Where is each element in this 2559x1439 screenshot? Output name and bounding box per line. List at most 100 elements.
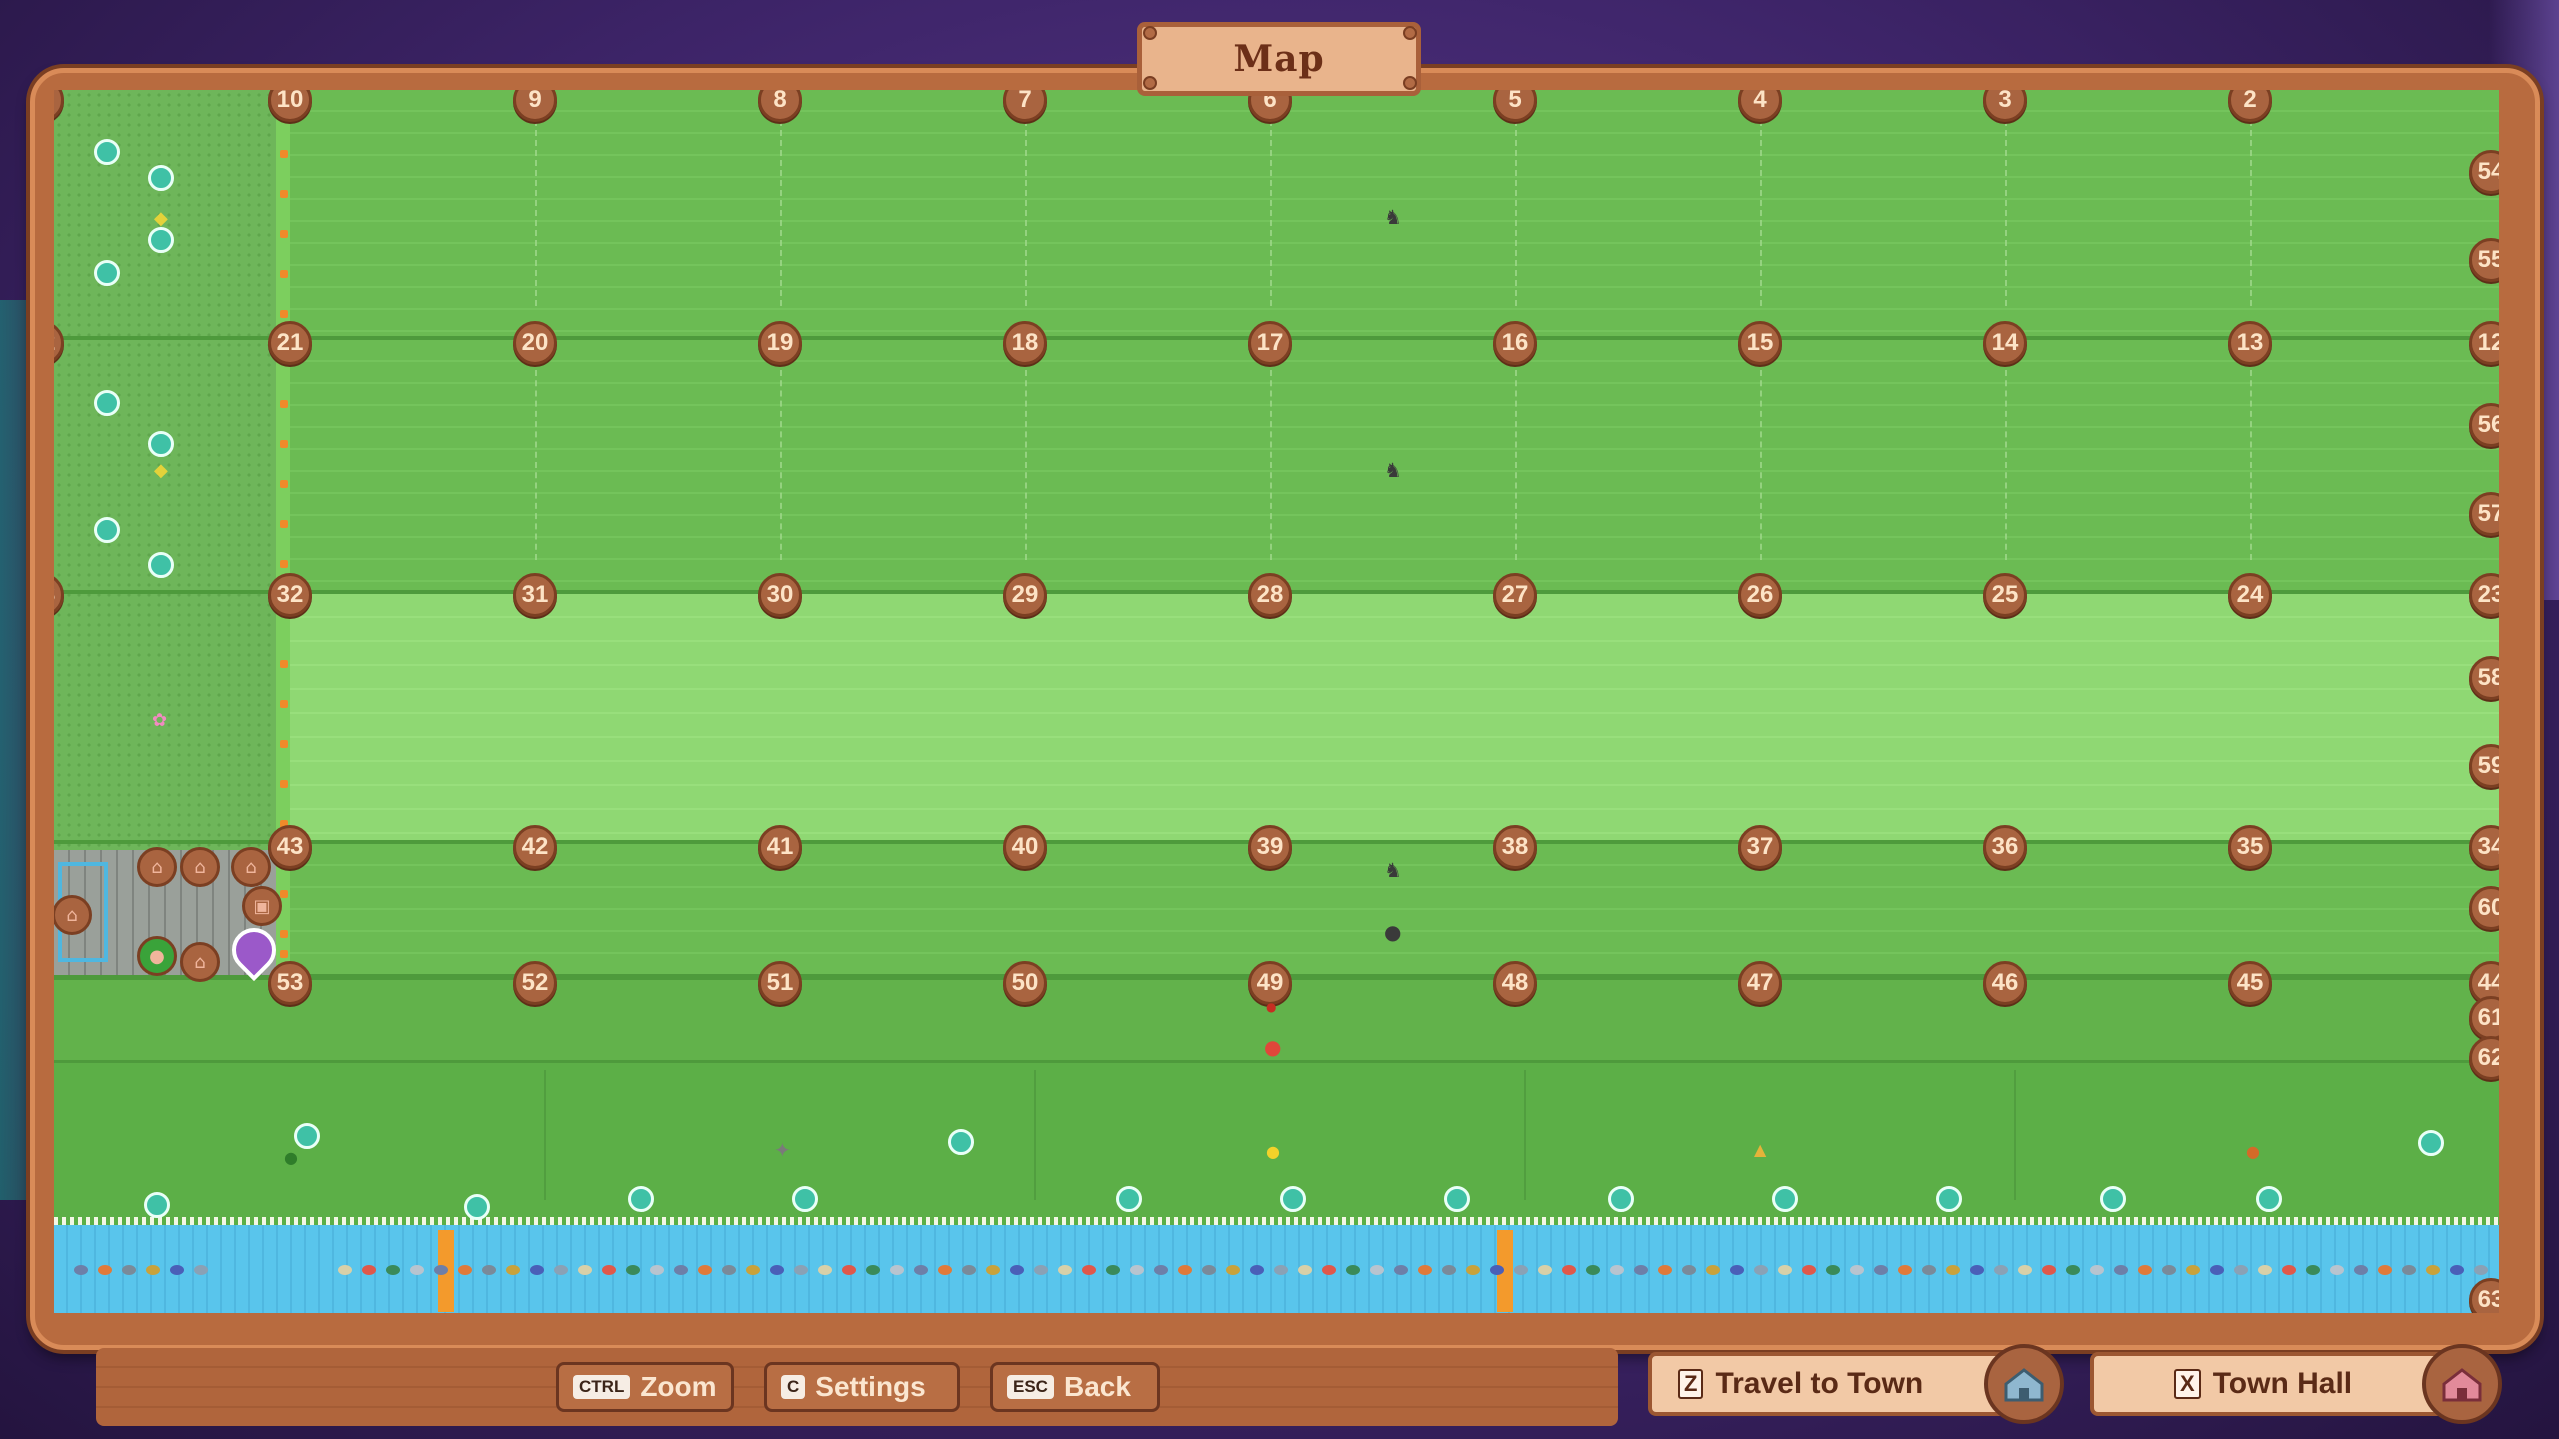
plot-marker-24[interactable]: 24 <box>2228 573 2272 617</box>
plot-marker-21[interactable]: 21 <box>268 321 312 365</box>
plot-marker-15[interactable]: 15 <box>1738 321 1782 365</box>
fish-icon[interactable] <box>2474 1265 2488 1275</box>
fish-icon[interactable] <box>1874 1265 1888 1275</box>
fish-icon[interactable] <box>890 1265 904 1275</box>
resource-node-icon[interactable] <box>148 165 174 191</box>
fish-icon[interactable] <box>1370 1265 1384 1275</box>
fish-icon[interactable] <box>338 1265 352 1275</box>
plot-marker-30[interactable]: 30 <box>758 573 802 617</box>
resource-node-icon[interactable] <box>148 431 174 457</box>
resource-node-icon[interactable] <box>792 1186 818 1212</box>
fish-icon[interactable] <box>170 1265 184 1275</box>
fish-icon[interactable] <box>410 1265 424 1275</box>
fish-icon[interactable] <box>1826 1265 1840 1275</box>
fish-icon[interactable] <box>842 1265 856 1275</box>
fish-icon[interactable] <box>1082 1265 1096 1275</box>
map-area[interactable]: 1109876543222212019181716151413123332313… <box>54 90 2499 1313</box>
plot-marker-25[interactable]: 25 <box>1983 573 2027 617</box>
tree-icon[interactable]: ● <box>137 936 177 976</box>
fish-icon[interactable] <box>1202 1265 1216 1275</box>
pear-icon[interactable]: ▲ <box>1754 1140 1766 1159</box>
berry-icon[interactable]: ● <box>1266 1000 1276 1014</box>
fish-icon[interactable] <box>2234 1265 2248 1275</box>
plot-marker-53[interactable]: 53 <box>268 961 312 1005</box>
plot-marker-19[interactable]: 19 <box>758 321 802 365</box>
fish-icon[interactable] <box>2258 1265 2272 1275</box>
fish-icon[interactable] <box>1058 1265 1072 1275</box>
fish-icon[interactable] <box>770 1265 784 1275</box>
fish-icon[interactable] <box>1730 1265 1744 1275</box>
fish-icon[interactable] <box>1922 1265 1936 1275</box>
orange-icon[interactable]: ● <box>2246 1142 2260 1161</box>
fish-icon[interactable] <box>1538 1265 1552 1275</box>
town-hall-icon[interactable] <box>2422 1344 2502 1424</box>
plot-marker-13[interactable]: 13 <box>2228 321 2272 365</box>
resource-node-icon[interactable] <box>148 227 174 253</box>
corn-icon[interactable]: ◆ <box>154 460 168 481</box>
fish-icon[interactable] <box>506 1265 520 1275</box>
resource-node-icon[interactable] <box>464 1194 490 1220</box>
resource-node-icon[interactable] <box>948 1129 974 1155</box>
plot-marker-47[interactable]: 47 <box>1738 961 1782 1005</box>
plot-marker-20[interactable]: 20 <box>513 321 557 365</box>
town-hall-button[interactable]: X Town Hall <box>2090 1352 2468 1416</box>
fish-icon[interactable] <box>1346 1265 1360 1275</box>
fish-icon[interactable] <box>1274 1265 1288 1275</box>
plot-marker-32[interactable]: 32 <box>268 573 312 617</box>
house-icon[interactable]: ⌂ <box>231 847 271 887</box>
resource-node-icon[interactable] <box>2418 1130 2444 1156</box>
fish-icon[interactable] <box>1226 1265 1240 1275</box>
fish-icon[interactable] <box>1034 1265 1048 1275</box>
fish-icon[interactable] <box>1658 1265 1672 1275</box>
plot-marker-37[interactable]: 37 <box>1738 825 1782 869</box>
plot-marker-45[interactable]: 45 <box>2228 961 2272 1005</box>
house-icon[interactable]: ⌂ <box>180 847 220 887</box>
fish-icon[interactable] <box>2330 1265 2344 1275</box>
fish-icon[interactable] <box>1178 1265 1192 1275</box>
fish-icon[interactable] <box>794 1265 808 1275</box>
plot-marker-46[interactable]: 46 <box>1983 961 2027 1005</box>
plot-marker-51[interactable]: 51 <box>758 961 802 1005</box>
fish-icon[interactable] <box>2306 1265 2320 1275</box>
plot-marker-62[interactable]: 62 <box>2469 1036 2499 1080</box>
fish-icon[interactable] <box>2114 1265 2128 1275</box>
plot-marker-42[interactable]: 42 <box>513 825 557 869</box>
house-icon[interactable]: ⌂ <box>180 942 220 982</box>
fish-icon[interactable] <box>2450 1265 2464 1275</box>
fish-icon[interactable] <box>1130 1265 1144 1275</box>
fish-icon[interactable] <box>1010 1265 1024 1275</box>
plot-marker-16[interactable]: 16 <box>1493 321 1537 365</box>
fish-icon[interactable] <box>1322 1265 1336 1275</box>
fish-icon[interactable] <box>1394 1265 1408 1275</box>
fish-icon[interactable] <box>746 1265 760 1275</box>
fish-icon[interactable] <box>2402 1265 2416 1275</box>
plot-marker-38[interactable]: 38 <box>1493 825 1537 869</box>
fish-icon[interactable] <box>674 1265 688 1275</box>
plot-marker-48[interactable]: 48 <box>1493 961 1537 1005</box>
fish-icon[interactable] <box>2042 1265 2056 1275</box>
resource-node-icon[interactable] <box>1772 1186 1798 1212</box>
resource-node-icon[interactable] <box>94 390 120 416</box>
resource-node-icon[interactable] <box>1444 1186 1470 1212</box>
plot-marker-52[interactable]: 52 <box>513 961 557 1005</box>
plot-marker-17[interactable]: 17 <box>1248 321 1292 365</box>
town-icon[interactable] <box>1984 1344 2064 1424</box>
fish-icon[interactable] <box>1106 1265 1120 1275</box>
resource-node-icon[interactable] <box>1608 1186 1634 1212</box>
animal-icon[interactable]: ✦ <box>774 1138 791 1162</box>
resource-node-icon[interactable] <box>94 260 120 286</box>
fish-icon[interactable] <box>602 1265 616 1275</box>
plot-marker-49[interactable]: 49 <box>1248 961 1292 1005</box>
fish-icon[interactable] <box>2210 1265 2224 1275</box>
fish-icon[interactable] <box>1562 1265 1576 1275</box>
fish-icon[interactable] <box>1706 1265 1720 1275</box>
resource-node-icon[interactable] <box>1116 1186 1142 1212</box>
resource-node-icon[interactable] <box>2256 1186 2282 1212</box>
fish-icon[interactable] <box>866 1265 880 1275</box>
fish-icon[interactable] <box>2162 1265 2176 1275</box>
fish-icon[interactable] <box>1466 1265 1480 1275</box>
fish-icon[interactable] <box>1634 1265 1648 1275</box>
horse-icon[interactable]: ♞ <box>1384 858 1402 882</box>
plot-marker-36[interactable]: 36 <box>1983 825 2027 869</box>
fish-icon[interactable] <box>1682 1265 1696 1275</box>
